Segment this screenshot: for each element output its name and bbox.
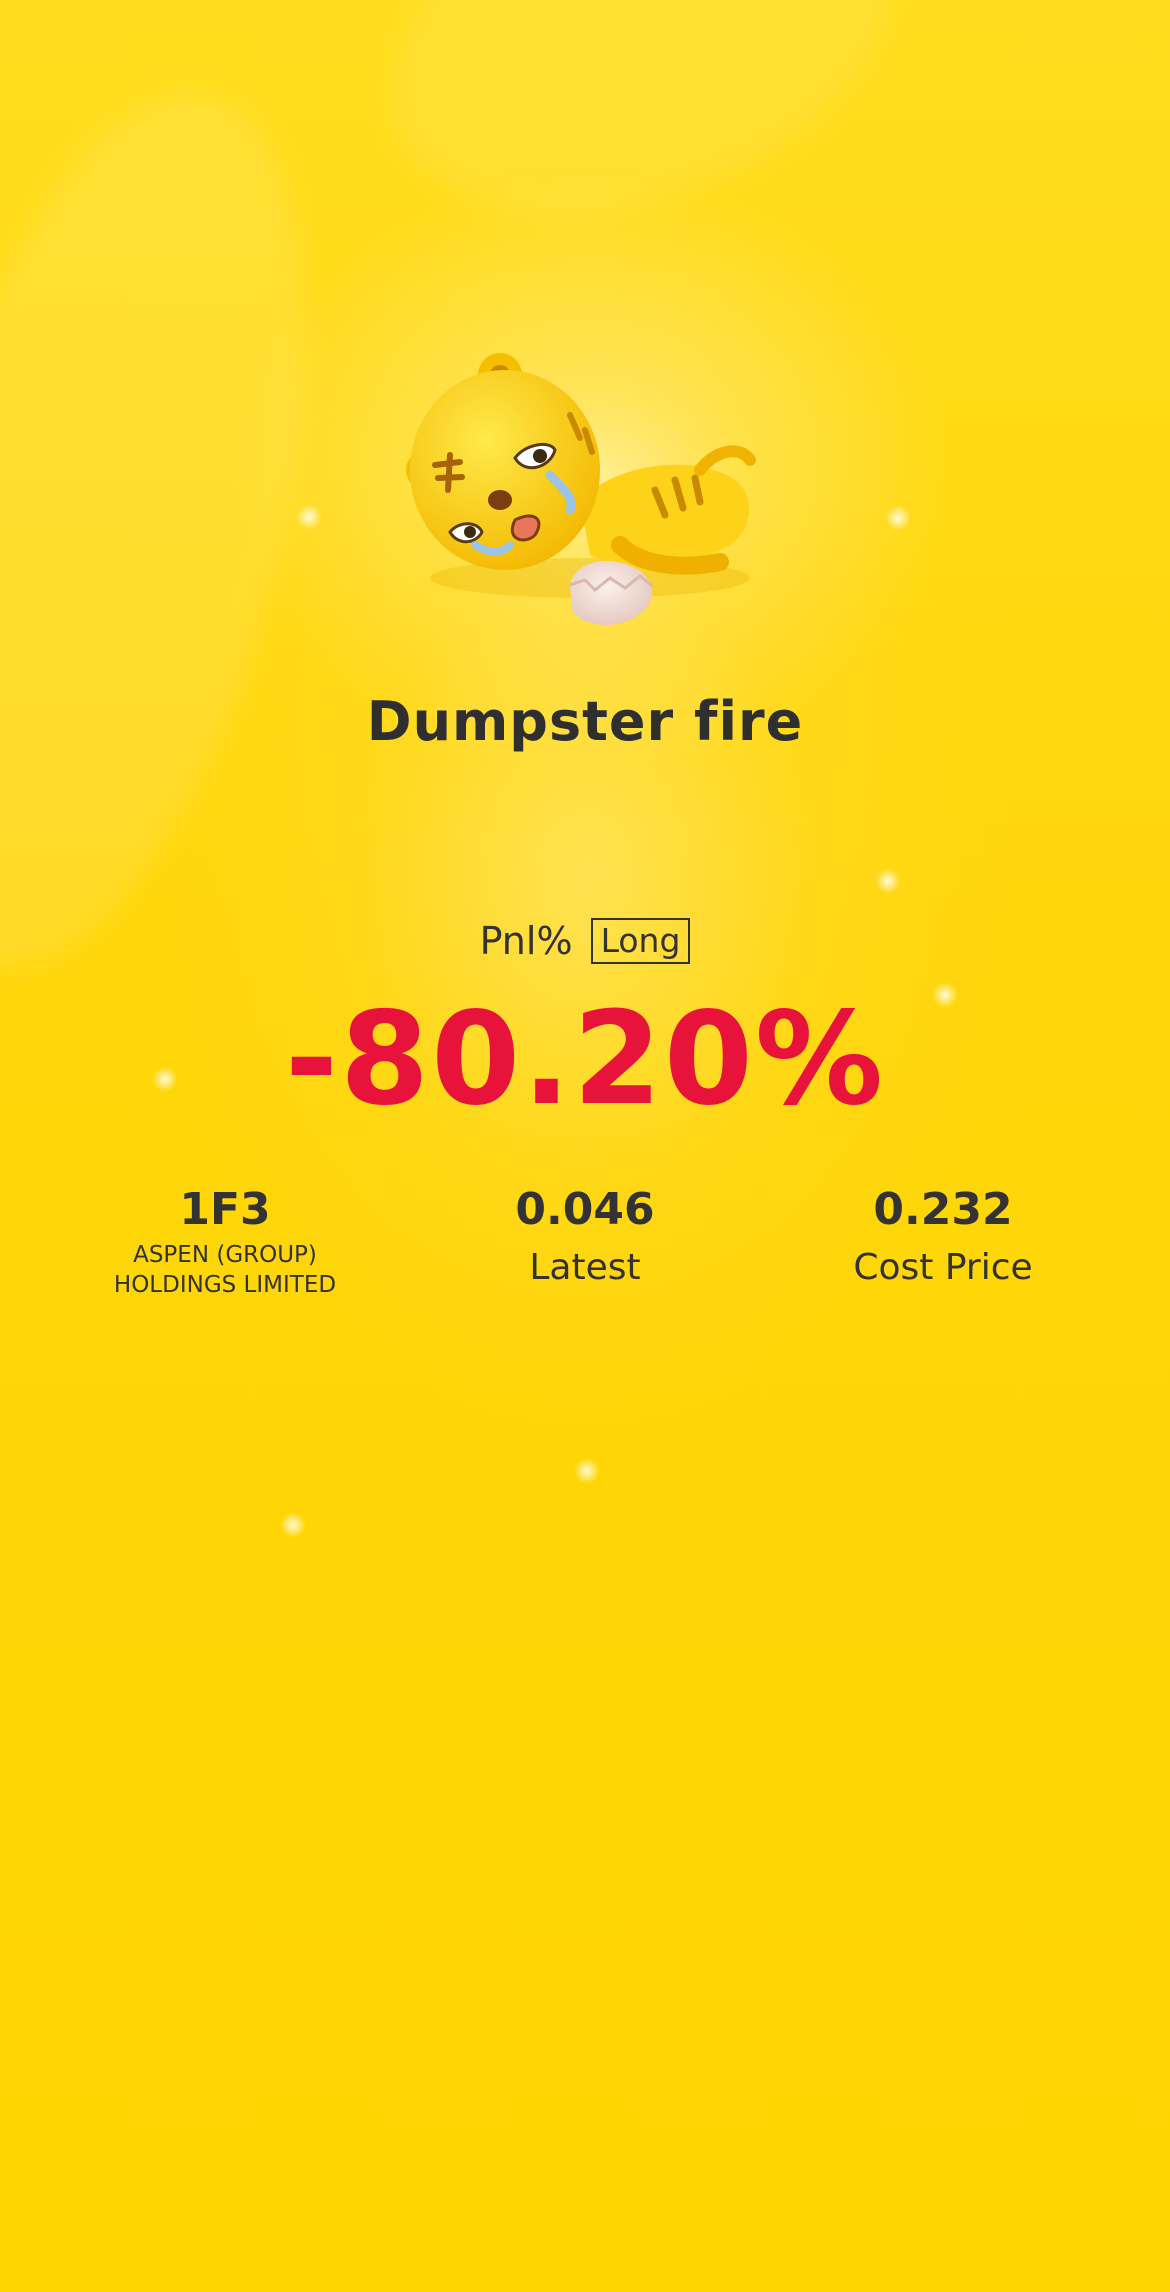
cost-price: 0.232 Cost Price bbox=[753, 1180, 1133, 1296]
position-badge: Long bbox=[590, 918, 691, 964]
latest-price: 0.046 Latest bbox=[395, 1180, 775, 1296]
pnl-label: Pnl% bbox=[479, 919, 573, 963]
latest-price-label: Latest bbox=[529, 1247, 641, 1288]
sparkle-decoration bbox=[574, 1458, 600, 1484]
company-name-line1: ASPEN (GROUP) bbox=[133, 1242, 317, 1268]
sparkle-decoration bbox=[875, 868, 901, 894]
sparkle-decoration bbox=[280, 1512, 306, 1538]
page-title: Dumpster fire bbox=[366, 690, 804, 753]
stock-info: 1F3 ASPEN (GROUP) HOLDINGS LIMITED bbox=[35, 1180, 415, 1300]
cost-price-label: Cost Price bbox=[853, 1247, 1033, 1288]
sparkle-decoration bbox=[885, 505, 911, 531]
crying-tiger-mascot-icon bbox=[406, 340, 770, 640]
sparkle-decoration bbox=[296, 504, 322, 530]
pnl-header: Pnl% Long bbox=[0, 918, 1170, 964]
pnl-value: -80.20% bbox=[284, 985, 886, 1134]
company-name-line2: HOLDINGS LIMITED bbox=[113, 1272, 337, 1298]
latest-price-value: 0.046 bbox=[515, 1184, 655, 1235]
stats-row: 1F3 ASPEN (GROUP) HOLDINGS LIMITED 0.046… bbox=[0, 1180, 1170, 1310]
stock-symbol: 1F3 bbox=[179, 1184, 271, 1235]
cost-price-value: 0.232 bbox=[873, 1184, 1013, 1235]
